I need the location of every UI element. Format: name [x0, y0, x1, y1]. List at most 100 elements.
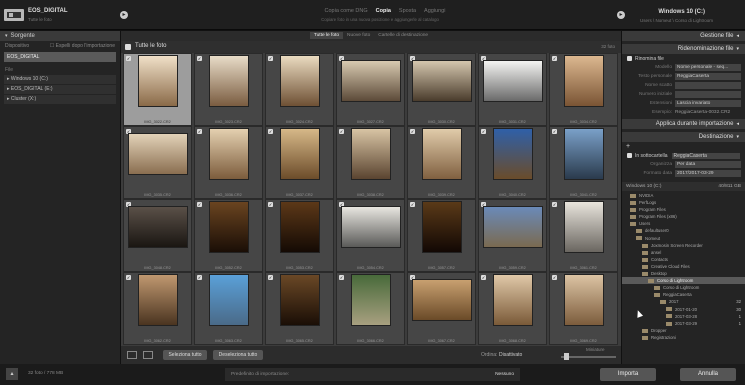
source-panel-header[interactable]: ▾ Sorgente	[0, 31, 120, 41]
loupe-view-icon[interactable]	[143, 351, 153, 359]
photo-thumbnail[interactable]: ✓ IMG_3065.CR2	[265, 272, 334, 345]
photo-thumbnail[interactable]: ✓ IMG_3054.CR2	[336, 199, 405, 272]
organize-select[interactable]: Per data	[675, 161, 741, 168]
tab-1[interactable]: Nuove foto	[343, 33, 374, 38]
folder-tree-item[interactable]: Corso di Lightroom	[622, 284, 745, 291]
subfolder-checkbox[interactable]: In sottocartella ReggiaCaserta	[622, 151, 745, 160]
folder-tree-item[interactable]: Contacts	[622, 256, 745, 263]
include-checkbox[interactable]: ✓	[410, 129, 415, 134]
file-handling-section[interactable]: Gestione file ◂	[622, 31, 745, 41]
photo-thumbnail[interactable]: ✓ IMG_3063.CR2	[194, 272, 263, 345]
import-button[interactable]: Importa	[600, 368, 656, 381]
folder-tree-item[interactable]: ReggiaCaserta	[622, 291, 745, 298]
plus-icon[interactable]: +	[626, 143, 630, 150]
photo-thumbnail[interactable]: ✓ IMG_3067.CR2	[407, 272, 476, 345]
import-mode-1[interactable]: Copia	[376, 8, 391, 14]
include-checkbox[interactable]: ✓	[552, 202, 557, 207]
source-device-icon[interactable]	[4, 9, 24, 21]
include-checkbox[interactable]: ✓	[481, 275, 486, 280]
rename-row-value[interactable]: Nome personale - seq...	[675, 64, 741, 71]
rename-section[interactable]: Ridenominazione file ▾	[622, 44, 745, 54]
source-name[interactable]: EOS_DIGITAL	[28, 8, 68, 14]
thumbnail-size-slider[interactable]	[561, 356, 616, 358]
photo-thumbnail[interactable]: ✓ IMG_3034.CR2	[549, 53, 618, 126]
import-mode-2[interactable]: Sposta	[399, 8, 416, 14]
include-checkbox[interactable]: ✓	[552, 129, 557, 134]
photo-thumbnail[interactable]: ✓ IMG_3057.CR2	[407, 199, 476, 272]
photo-thumbnail[interactable]: ✓ IMG_3039.CR2	[407, 126, 476, 199]
photo-thumbnail[interactable]: ✓ IMG_3040.CR2	[478, 126, 547, 199]
import-preset-selector[interactable]: Predefinito di importazione: Nessuno	[225, 368, 520, 381]
include-checkbox[interactable]: ✓	[481, 129, 486, 134]
photo-thumbnail[interactable]: ✓ IMG_3036.CR2	[194, 126, 263, 199]
slider-handle[interactable]	[564, 353, 569, 360]
folder-tree-item[interactable]: Dropper	[622, 327, 745, 334]
rename-row-value[interactable]: ReggiaCaserta	[675, 73, 741, 80]
import-mode-3[interactable]: Aggiungi	[424, 8, 445, 14]
include-checkbox[interactable]: ✓	[552, 56, 557, 61]
selected-device[interactable]: EOS_DIGITAL	[4, 52, 116, 62]
include-checkbox[interactable]: ✓	[339, 129, 344, 134]
subfolder-input[interactable]: ReggiaCaserta	[671, 152, 740, 159]
deselect-all-button[interactable]: Deseleziona tutto	[213, 350, 263, 360]
photo-thumbnail[interactable]: ✓ IMG_3069.CR2	[549, 272, 618, 345]
drive-item[interactable]: ▸ Windows 10 (C:)	[4, 75, 116, 84]
folder-tree-item[interactable]: Users	[622, 220, 745, 227]
folder-tree-item[interactable]: 2017 32	[622, 298, 745, 305]
folder-tree-item[interactable]: Program Files	[622, 206, 745, 213]
photo-thumbnail[interactable]: ✓ IMG_3038.CR2	[336, 126, 405, 199]
photo-thumbnail[interactable]: ✓ IMG_3059.CR2	[478, 199, 547, 272]
photo-thumbnail[interactable]: ✓ IMG_3041.CR2	[549, 126, 618, 199]
expand-collapse-icon[interactable]: ▴	[6, 368, 18, 380]
folder-tree-item[interactable]: Corso di Lightroom	[622, 277, 745, 285]
folder-tree-item[interactable]: PerfLogs	[622, 199, 745, 206]
volume-header[interactable]: Windows 10 (C:) 40/811 GB	[622, 182, 745, 191]
drive-item[interactable]: ▸ EOS_DIGITAL (E:)	[4, 85, 116, 94]
photo-thumbnail[interactable]: ✓ IMG_3030.CR2	[407, 53, 476, 126]
folder-tree-item[interactable]: Joxmosin Screen Recorder	[622, 242, 745, 249]
include-checkbox[interactable]: ✓	[552, 275, 557, 280]
photo-thumbnail[interactable]: ✓ IMG_3024.CR2	[265, 53, 334, 126]
include-checkbox[interactable]: ✓	[197, 129, 202, 134]
include-checkbox[interactable]: ✓	[197, 202, 202, 207]
include-checkbox[interactable]: ✓	[268, 202, 273, 207]
include-checkbox[interactable]: ✓	[410, 202, 415, 207]
sort-select[interactable]: Disattivato	[499, 352, 522, 358]
select-all-button[interactable]: Seleziona tutto	[163, 350, 207, 360]
photo-thumbnail[interactable]: ✓ IMG_3068.CR2	[478, 272, 547, 345]
destination-name[interactable]: Windows 10 (C:)	[658, 9, 705, 15]
import-mode-0[interactable]: Copia come DNG	[325, 8, 368, 14]
folder-tree-item[interactable]: NVIDIA	[622, 192, 745, 199]
grid-view-icon[interactable]	[127, 351, 137, 359]
include-checkbox[interactable]: ✓	[268, 275, 273, 280]
photo-thumbnail[interactable]: ✓ IMG_3022.CR2	[123, 53, 192, 126]
rename-row-value[interactable]: Lascia invariato	[675, 100, 741, 107]
apply-during-import-section[interactable]: Applica durante importazione ◂	[622, 119, 745, 129]
folder-tree-item[interactable]: 2017-03-29 1	[622, 320, 745, 327]
rename-row-value[interactable]	[675, 82, 741, 89]
folder-tree-item[interactable]: defaultuser0	[622, 227, 745, 234]
photo-thumbnail[interactable]: ✓ IMG_3062.CR2	[123, 272, 192, 345]
photo-thumbnail[interactable]: ✓ IMG_3031.CR2	[478, 53, 547, 126]
folder-tree-item[interactable]: ansel	[622, 249, 745, 256]
drive-item[interactable]: ▸ Cluster (X:)	[4, 95, 116, 104]
include-checkbox[interactable]: ✓	[268, 129, 273, 134]
folder-tree-item[interactable]: Program Files (x86)	[622, 213, 745, 220]
tab-0[interactable]: Tutte le foto	[309, 32, 344, 39]
photo-thumbnail[interactable]: ✓ IMG_3053.CR2	[265, 199, 334, 272]
folder-tree-item[interactable]: Registrazioni	[622, 334, 745, 341]
eject-checkbox[interactable]: ☐ Espelli dopo l'importazione	[50, 43, 115, 49]
photo-thumbnail[interactable]: ✓ IMG_3035.CR2	[123, 126, 192, 199]
photo-thumbnail[interactable]: ✓ IMG_3061.CR2	[549, 199, 618, 272]
tab-2[interactable]: Cartelle di destinazione	[374, 33, 432, 38]
destination-section[interactable]: Destinazione ▾	[622, 132, 745, 142]
photo-thumbnail[interactable]: ✓ IMG_3023.CR2	[194, 53, 263, 126]
photo-thumbnail[interactable]: ✓ IMG_3037.CR2	[265, 126, 334, 199]
include-checkbox[interactable]: ✓	[197, 275, 202, 280]
photo-thumbnail[interactable]: ✓ IMG_3027.CR2	[336, 53, 405, 126]
photo-thumbnail[interactable]: ✓ IMG_3066.CR2	[336, 272, 405, 345]
folder-tree-item[interactable]: Creative Cloud Files	[622, 263, 745, 270]
rename-row-value[interactable]	[675, 91, 741, 98]
include-checkbox[interactable]: ✓	[197, 56, 202, 61]
folder-tree-item[interactable]: Nomeut	[622, 235, 745, 242]
